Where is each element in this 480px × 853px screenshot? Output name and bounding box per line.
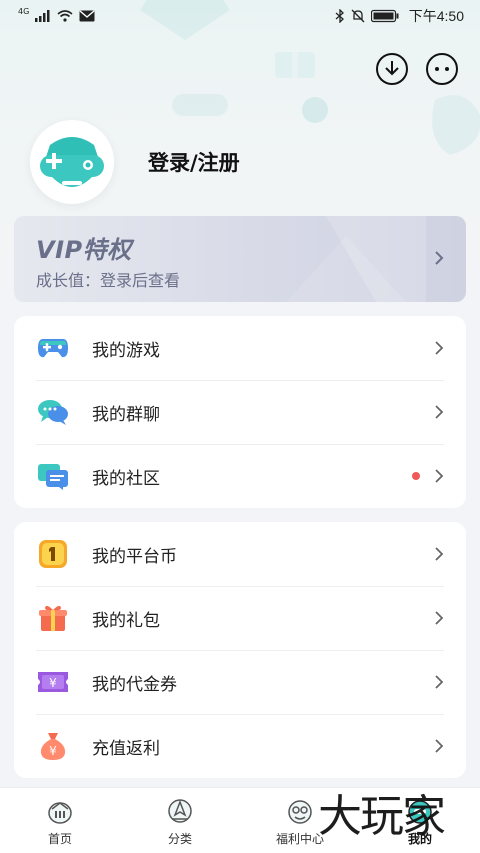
network-type: 4G — [18, 6, 30, 16]
menu-card-games: 我的游戏 我的群聊 我的社区 — [14, 316, 466, 508]
vip-decor — [286, 216, 426, 302]
svg-text:¥: ¥ — [49, 676, 57, 690]
battery-icon — [370, 9, 399, 23]
gamepad-robot-avatar-icon — [40, 137, 104, 187]
profile-section[interactable]: 登录/注册 — [30, 120, 240, 204]
category-icon — [165, 796, 195, 826]
menu-item-gift-packs[interactable]: 我的礼包 — [14, 586, 466, 650]
menu-card-wallet: 我的平台币 我的礼包 ¥ 我的代金券 ¥ 充值返利 — [14, 522, 466, 778]
status-bar: 4G 下午4:50 — [0, 0, 480, 32]
vip-growth-value: 成长值：登录后查看 — [36, 271, 181, 290]
chevron-right-icon — [435, 675, 444, 689]
voucher-icon: ¥ — [36, 665, 70, 699]
menu-item-label: 我的代金券 — [92, 674, 177, 695]
gamepad-icon — [36, 331, 70, 365]
watermark-logo: 大玩家 — [318, 791, 446, 842]
avatar[interactable] — [30, 120, 114, 204]
chevron-right-icon — [435, 547, 444, 561]
menu-item-recharge-rebate[interactable]: ¥ 充值返利 — [14, 714, 466, 778]
menu-item-my-community[interactable]: 我的社区 — [14, 444, 466, 508]
menu-item-label: 我的平台币 — [92, 546, 177, 567]
menu-item-label: 我的礼包 — [92, 610, 160, 631]
menu-item-label: 我的社区 — [92, 468, 160, 489]
chevron-right-icon — [435, 341, 444, 355]
svg-text:¥: ¥ — [49, 744, 57, 758]
tab-home[interactable]: 首页 — [0, 788, 120, 853]
chevron-right-icon — [435, 405, 444, 419]
login-register-link[interactable]: 登录/注册 — [148, 147, 240, 177]
vip-card[interactable]: VIP特权 成长值：登录后查看 — [14, 216, 466, 302]
tab-category[interactable]: 分类 — [120, 788, 240, 853]
decor-shape-right — [432, 95, 480, 155]
mail-icon — [79, 10, 95, 22]
menu-item-my-games[interactable]: 我的游戏 — [14, 316, 466, 380]
decor-gift-icon — [275, 52, 315, 78]
tab-label: 福利中心 — [275, 832, 324, 846]
bluetooth-icon — [335, 9, 344, 23]
menu-item-label: 充值返利 — [92, 738, 160, 759]
menu-item-label: 我的群聊 — [92, 404, 160, 425]
chat-bubbles-icon — [36, 395, 70, 429]
wifi-icon — [57, 10, 73, 22]
vip-title: VIP特权 — [36, 236, 132, 264]
chevron-right-icon — [435, 251, 444, 265]
header-actions — [376, 53, 458, 85]
menu-item-my-group-chats[interactable]: 我的群聊 — [14, 380, 466, 444]
chevron-right-icon — [435, 469, 444, 483]
tab-label: 首页 — [47, 832, 72, 846]
notification-dot — [412, 472, 420, 480]
message-button[interactable] — [426, 53, 458, 85]
signal-icon — [35, 10, 50, 22]
download-button[interactable] — [376, 53, 408, 85]
menu-item-platform-coins[interactable]: 我的平台币 — [14, 522, 466, 586]
chevron-right-icon — [435, 739, 444, 753]
gift-icon — [36, 601, 70, 635]
welfare-icon — [285, 796, 315, 826]
coin-icon — [36, 537, 70, 571]
tab-label: 分类 — [167, 832, 192, 846]
money-bag-icon: ¥ — [36, 729, 70, 763]
community-icon — [36, 459, 70, 493]
decor-gamepad-icon — [172, 94, 228, 116]
chevron-right-icon — [435, 611, 444, 625]
clock: 下午4:50 — [408, 8, 464, 24]
home-icon — [45, 796, 75, 826]
menu-item-vouchers[interactable]: ¥ 我的代金券 — [14, 650, 466, 714]
decor-circle — [302, 97, 328, 123]
menu-item-label: 我的游戏 — [92, 340, 160, 361]
message-icon — [435, 67, 449, 71]
mute-bell-icon — [351, 9, 365, 23]
download-icon — [385, 61, 399, 76]
